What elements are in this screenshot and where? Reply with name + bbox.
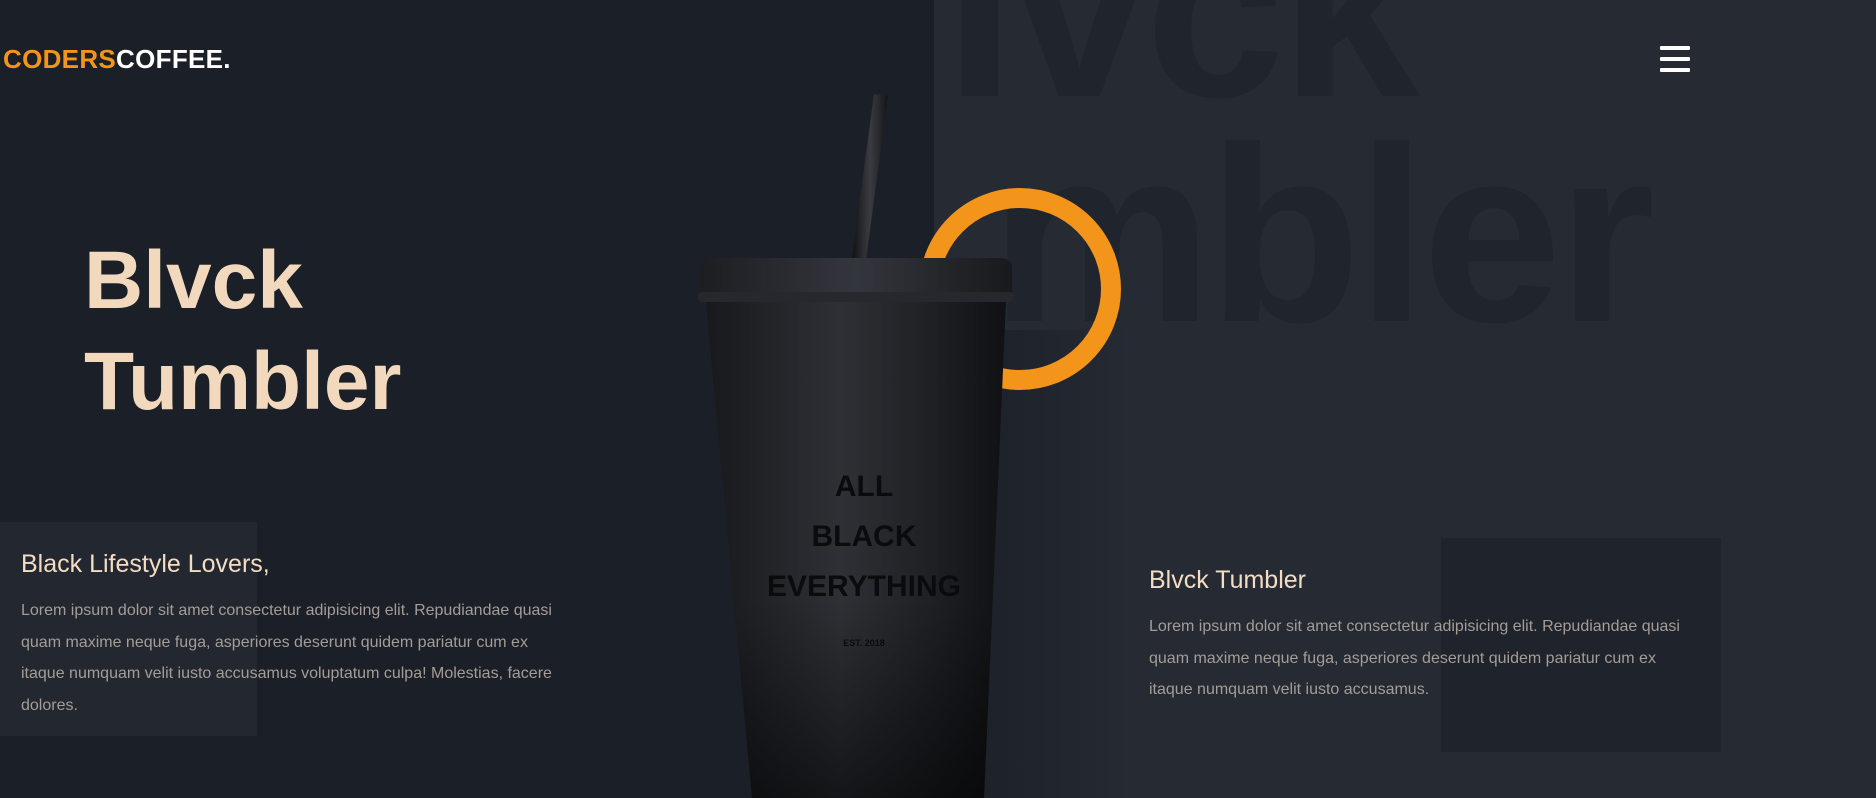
lid-rim — [698, 292, 1014, 302]
tumbler-image: ALL BLACK EVERYTHING EST. 2018 — [690, 88, 1030, 798]
tumbler-block: Blvck Tumbler Lorem ipsum dolor sit amet… — [1149, 566, 1689, 706]
print-line-3: EVERYTHING — [767, 570, 961, 603]
menu-bar — [1660, 46, 1690, 50]
hero-title: Blvck Tumbler — [84, 230, 401, 432]
logo-part-coffee: COFFEE. — [116, 44, 231, 74]
lifestyle-text: Lorem ipsum dolor sit amet consectetur a… — [21, 602, 552, 714]
hamburger-menu-icon[interactable] — [1660, 46, 1696, 72]
hero-title-line-1: Blvck — [84, 235, 303, 326]
tumbler-text: Lorem ipsum dolor sit amet consectetur a… — [1149, 618, 1680, 698]
menu-bar — [1660, 68, 1690, 72]
print-est: EST. 2018 — [843, 638, 885, 648]
tumbler-lid — [700, 258, 1012, 296]
menu-bar — [1660, 57, 1690, 61]
lifestyle-block: Black Lifestyle Lovers, Lorem ipsum dolo… — [21, 550, 561, 721]
hero-title-line-2: Tumbler — [84, 336, 402, 427]
logo-part-coders: CODERS — [3, 44, 117, 74]
print-line-2: BLACK — [812, 520, 917, 553]
site-logo[interactable]: CODERSCOFFEE. — [3, 44, 231, 75]
straw — [852, 94, 888, 260]
print-line-1: ALL — [835, 470, 893, 503]
tumbler-heading: Blvck Tumbler — [1149, 566, 1306, 594]
lifestyle-heading: Black Lifestyle Lovers, — [21, 550, 270, 578]
